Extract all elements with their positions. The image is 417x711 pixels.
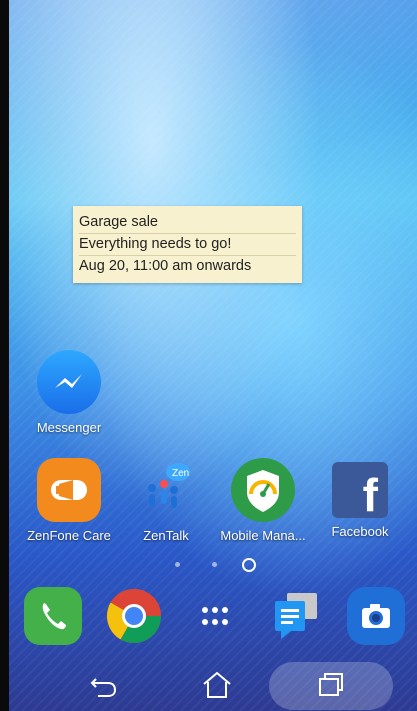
facebook-icon: f xyxy=(332,462,388,521)
app-mobile-manager[interactable]: Mobile Mana... xyxy=(218,458,308,543)
app-label: ZenFone Care xyxy=(27,528,111,543)
zentalk-icon: Zen xyxy=(134,458,198,522)
phone-icon[interactable] xyxy=(24,587,82,645)
app-zentalk[interactable]: Zen ZenTalk xyxy=(121,458,211,543)
home-screen: Garage sale Everything needs to go! Aug … xyxy=(9,0,417,711)
memo-line-1: Garage sale xyxy=(79,212,296,234)
home-icon[interactable] xyxy=(197,668,237,702)
svg-text:Zen: Zen xyxy=(172,468,189,479)
page-indicator xyxy=(9,557,417,572)
page-dot[interactable] xyxy=(212,562,217,567)
chrome-icon[interactable] xyxy=(105,587,163,645)
camera-icon[interactable] xyxy=(347,587,405,645)
app-label: Facebook xyxy=(331,524,389,539)
page-dot[interactable] xyxy=(175,562,180,567)
app-label: Messenger xyxy=(36,420,102,435)
messages-icon[interactable] xyxy=(267,587,325,645)
app-facebook[interactable]: f Facebook xyxy=(315,458,405,539)
app-label: ZenTalk xyxy=(143,528,189,543)
memo-widget[interactable]: Garage sale Everything needs to go! Aug … xyxy=(73,206,302,283)
page-dot-current[interactable] xyxy=(242,558,256,572)
app-zenfone-care[interactable]: ZenFone Care xyxy=(24,458,114,543)
app-label: Mobile Mana... xyxy=(220,528,306,543)
recents-icon[interactable] xyxy=(311,668,351,702)
app-messenger[interactable]: Messenger xyxy=(24,350,114,435)
back-icon[interactable] xyxy=(83,668,123,702)
shield-gauge-icon xyxy=(231,458,295,522)
navigation-bar xyxy=(9,658,417,711)
messenger-icon xyxy=(37,350,101,414)
memo-line-2: Everything needs to go! xyxy=(79,234,296,256)
megaphone-icon xyxy=(37,458,101,522)
memo-line-3: Aug 20, 11:00 am onwards xyxy=(79,258,252,274)
app-drawer-icon[interactable] xyxy=(186,587,244,645)
